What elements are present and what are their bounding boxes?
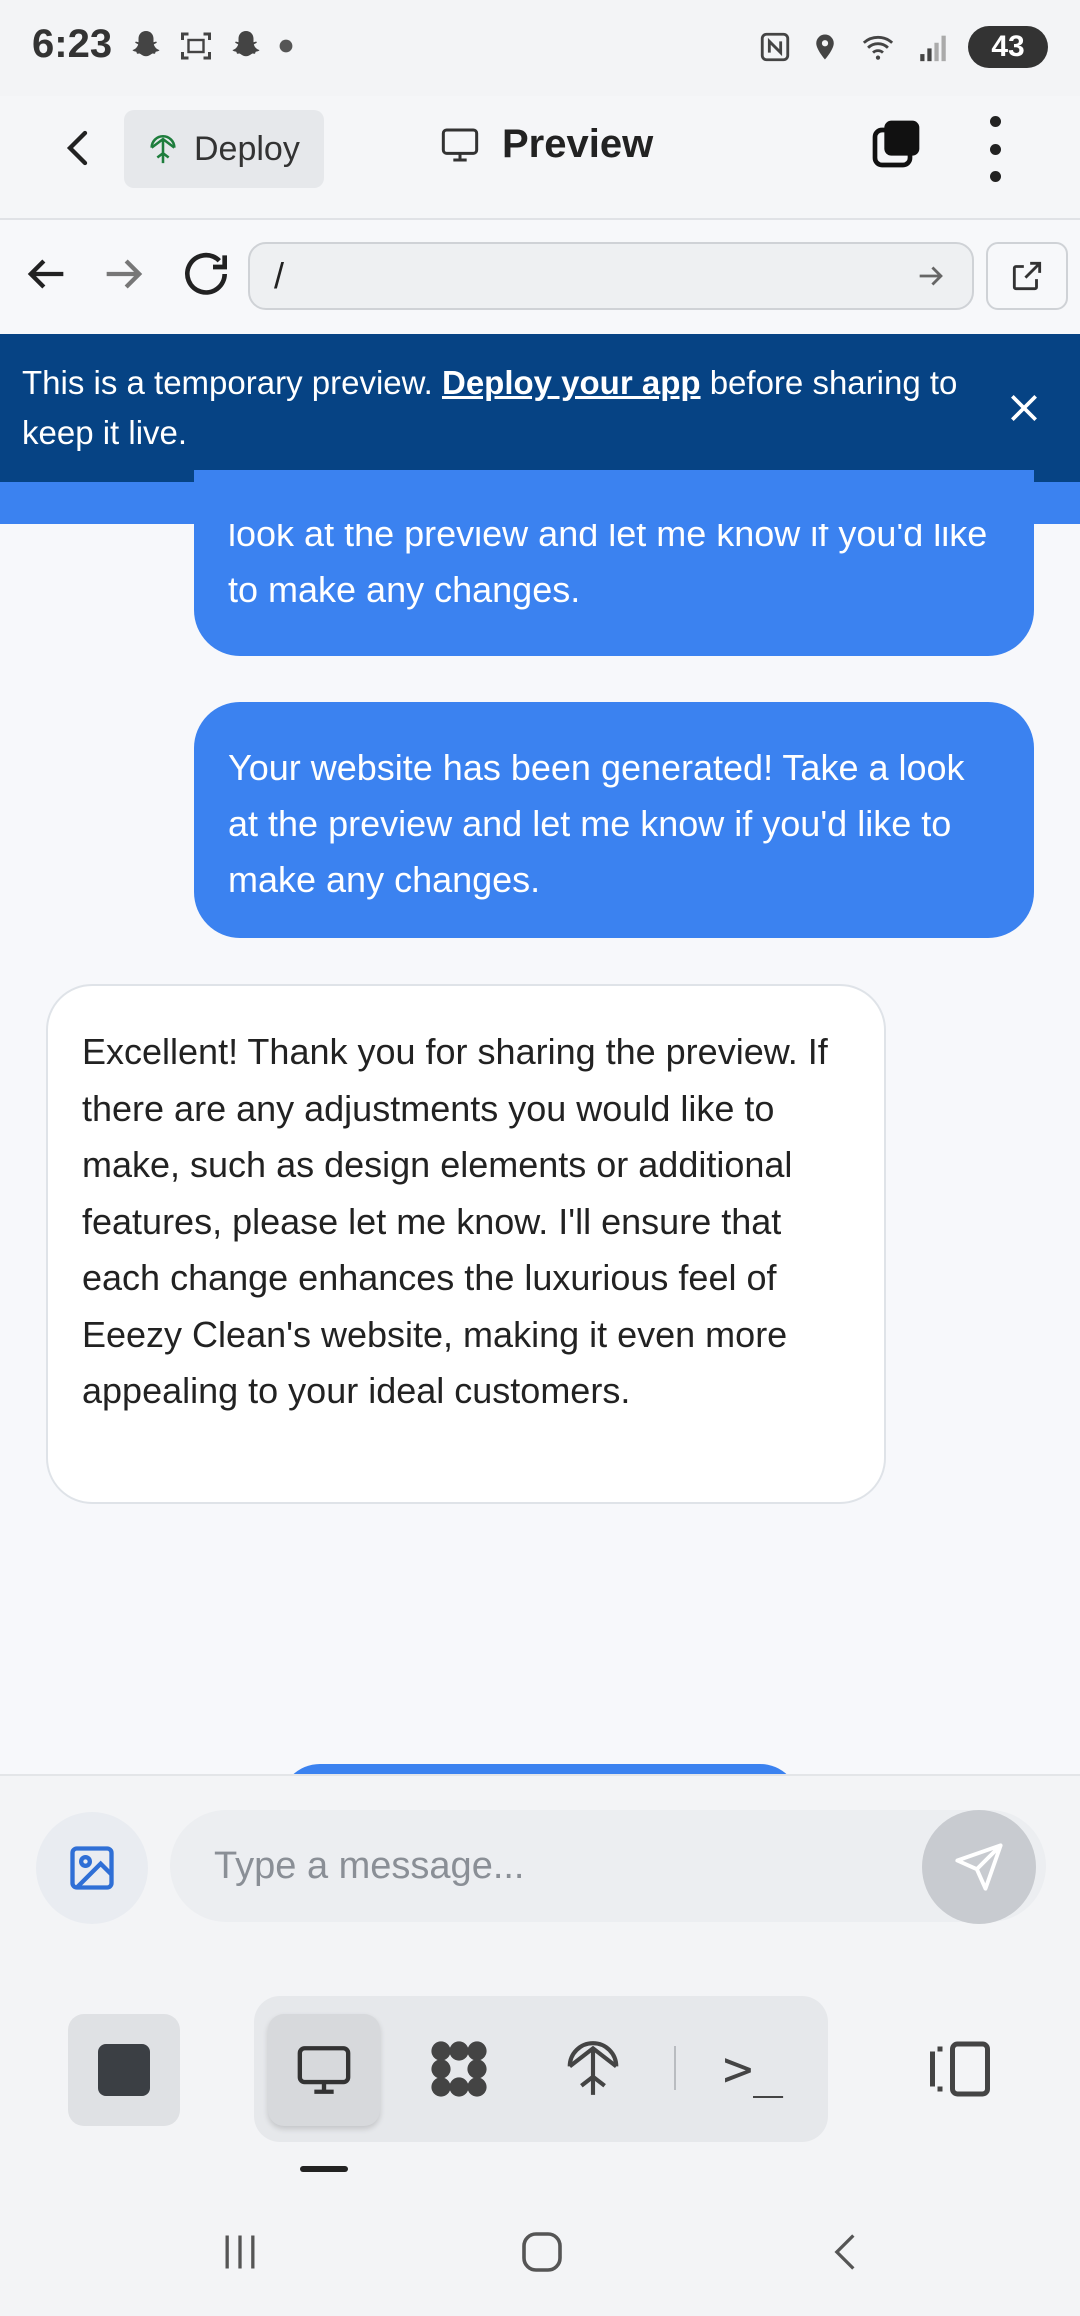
- tool-workspace[interactable]: [414, 2024, 504, 2114]
- split-view-icon: [930, 2041, 990, 2097]
- kebab-dot: [989, 143, 1001, 155]
- stop-icon: [98, 2044, 150, 2096]
- home-icon: [522, 2232, 562, 2272]
- deploy-icon: [567, 2041, 619, 2095]
- active-tool-indicator: [300, 2166, 348, 2172]
- deploy-app-link[interactable]: Deploy your app: [442, 364, 701, 401]
- send-icon: [955, 1843, 1003, 1891]
- tool-deploy[interactable]: [548, 2024, 638, 2114]
- kebab-dot: [989, 171, 1001, 182]
- kebab-dot: [989, 116, 1001, 127]
- attach-image-button[interactable]: [36, 1812, 148, 1924]
- open-external-button[interactable]: [986, 242, 1068, 310]
- notification-icons: [128, 28, 294, 64]
- workspace-icon: [431, 2041, 487, 2097]
- reload-button[interactable]: [178, 246, 234, 307]
- dot-icon: [279, 39, 293, 53]
- banner-text-before: This is a temporary preview.: [22, 364, 442, 401]
- tabs-icon: [872, 120, 920, 168]
- deploy-label: Deploy: [194, 129, 300, 168]
- signal-icon: [920, 35, 946, 62]
- wifi-icon: [862, 35, 894, 60]
- arrow-left-icon: [27, 259, 64, 289]
- app-header: Deploy Preview: [0, 96, 1080, 220]
- tool-preview[interactable]: [268, 2014, 380, 2126]
- arrow-right-icon: [106, 259, 143, 289]
- external-link-icon: [1012, 261, 1042, 291]
- battery-level: 43: [991, 30, 1025, 63]
- deploy-icon: [150, 135, 176, 164]
- url-text: /: [274, 255, 285, 296]
- system-back-button[interactable]: [824, 2228, 868, 2281]
- close-icon: [1011, 395, 1037, 421]
- banner-strip: [0, 482, 1080, 524]
- deploy-button[interactable]: Deploy: [124, 110, 324, 188]
- browser-bar: /: [0, 220, 1080, 334]
- back-button[interactable]: [50, 118, 110, 178]
- battery-indicator: 43: [968, 26, 1048, 68]
- status-time: 6:23: [32, 22, 113, 66]
- image-icon: [70, 1846, 114, 1890]
- monitor-icon: [297, 2046, 351, 2094]
- monitor-icon: [441, 127, 479, 161]
- reload-icon: [185, 252, 227, 295]
- banner-close-button[interactable]: [1004, 388, 1044, 428]
- tool-divider: [674, 2046, 676, 2090]
- more-options-button[interactable]: [980, 116, 1010, 182]
- user-message: Your website has been generated! Take a …: [194, 702, 1034, 938]
- message-input[interactable]: Type a message...: [170, 1810, 1046, 1922]
- browser-back-button[interactable]: [20, 248, 72, 305]
- url-input[interactable]: /: [248, 242, 974, 310]
- console-icon: >_: [722, 2040, 784, 2098]
- chevron-left-icon: [66, 130, 88, 166]
- chevron-left-icon: [834, 2234, 855, 2270]
- tab-preview[interactable]: Preview: [438, 122, 653, 167]
- stop-button[interactable]: [68, 2014, 180, 2126]
- snapchat-icon: [132, 31, 160, 57]
- home-button[interactable]: [518, 2228, 566, 2281]
- nfc-icon: [760, 32, 790, 62]
- tool-console[interactable]: >_: [708, 2024, 798, 2114]
- recent-apps-icon: [225, 2235, 255, 2269]
- send-button[interactable]: [922, 1810, 1036, 1924]
- assistant-message: Excellent! Thank you for sharing the pre…: [46, 984, 886, 1504]
- go-arrow-icon[interactable]: [914, 259, 948, 293]
- layout-toggle-button[interactable]: [910, 2024, 1010, 2114]
- recent-apps-button[interactable]: [216, 2230, 264, 2279]
- temporary-preview-banner: This is a temporary preview. Deploy your…: [0, 334, 1080, 482]
- preview-label: Preview: [502, 122, 654, 166]
- screenshot-icon: [181, 32, 211, 60]
- snapchat-icon-2: [232, 31, 260, 57]
- message-placeholder: Type a message...: [214, 1844, 525, 1887]
- system-icons: 43: [758, 26, 1048, 68]
- browser-forward-button[interactable]: [98, 248, 150, 305]
- tabs-button[interactable]: [868, 116, 924, 172]
- location-icon: [816, 34, 834, 60]
